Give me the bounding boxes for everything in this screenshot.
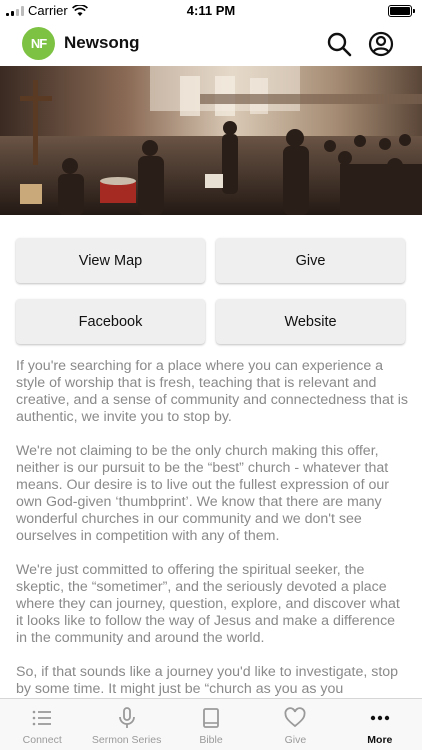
microphone-icon <box>118 707 135 728</box>
tab-label: Give <box>284 734 307 746</box>
description-paragraph: We're not claiming to be the only church… <box>16 443 389 544</box>
tab-give[interactable]: Give <box>253 699 337 750</box>
search-icon[interactable] <box>326 31 352 57</box>
view-map-button[interactable]: View Map <box>16 238 205 283</box>
give-button[interactable]: Give <box>216 238 405 283</box>
website-button[interactable]: Website <box>216 299 405 344</box>
tab-sermon-series[interactable]: Sermon Series <box>84 699 168 750</box>
list-icon <box>32 710 52 726</box>
hero-image <box>0 66 422 215</box>
description-paragraph: We're just committed to offering the spi… <box>16 562 400 646</box>
church-worship-photo-icon <box>0 66 422 215</box>
tab-bible[interactable]: Bible <box>169 699 253 750</box>
status-bar: Carrier 4:11 PM <box>0 0 422 22</box>
more-icon <box>370 715 390 721</box>
description-paragraph: If you're searching for a place where yo… <box>16 358 408 425</box>
app-title: Newsong <box>64 33 140 52</box>
heart-icon <box>284 707 306 728</box>
battery-icon <box>388 5 415 17</box>
action-button-grid: View Map Give Facebook Website <box>16 238 405 344</box>
account-icon[interactable] <box>368 31 394 57</box>
app-header: NF Newsong <box>0 22 422 66</box>
tab-label: Connect <box>22 734 62 746</box>
app-logo: NF <box>22 27 55 60</box>
description-paragraph: So, if that sounds like a journey you'd … <box>16 664 399 697</box>
tab-label: Sermon Series <box>91 734 162 746</box>
status-time: 4:11 PM <box>186 3 236 18</box>
tab-label: Bible <box>199 734 223 746</box>
facebook-button[interactable]: Facebook <box>16 299 205 344</box>
book-icon <box>203 708 219 728</box>
tab-connect[interactable]: Connect <box>0 699 84 750</box>
tab-more[interactable]: More <box>338 699 422 750</box>
church-description: If you're searching for a place where yo… <box>16 358 408 698</box>
tab-label: More <box>367 734 393 746</box>
tab-bar: Connect Sermon Series Bible Give More <box>0 698 422 750</box>
